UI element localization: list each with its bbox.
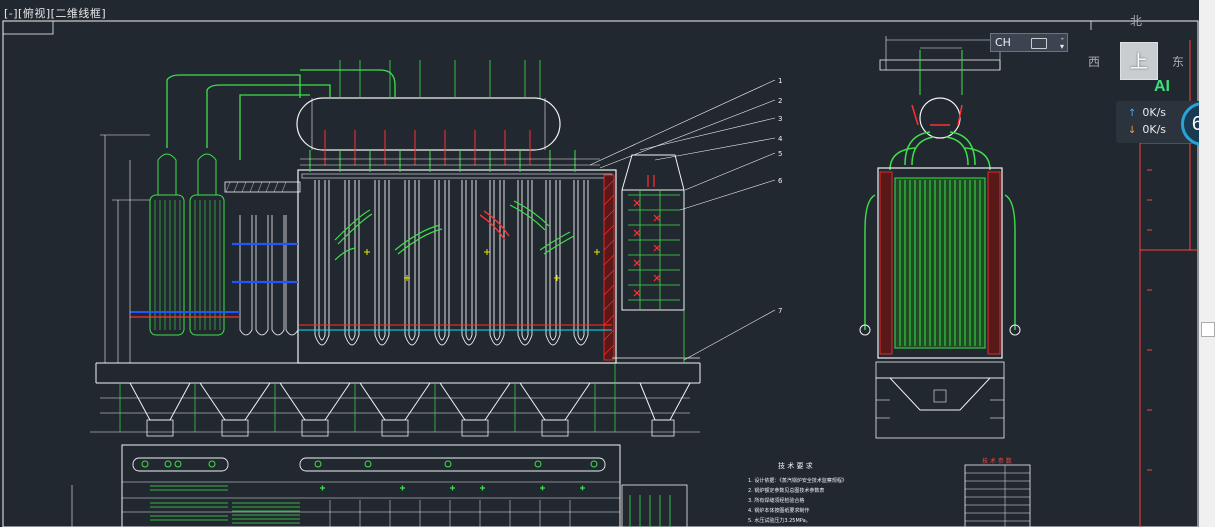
notes-line-3: 3. 所有焊缝须经检验合格 [748, 497, 804, 504]
upload-speed: ↑ 0K/s [1128, 106, 1166, 119]
vertical-scrollbar[interactable] [1199, 0, 1215, 527]
callout-5: 5 [778, 150, 782, 158]
download-arrow-icon: ↓ [1128, 125, 1137, 136]
viewcube-west-label[interactable]: 西 [1088, 53, 1100, 70]
notes-line-5: 5. 水压试验压力3.25MPa。 [748, 517, 811, 524]
notes-line-1: 1. 设计依据：《蒸汽锅炉安全技术监察规程》 [748, 477, 847, 484]
table-title: 技 术 参 数 [982, 457, 1012, 465]
cad-drawing[interactable]: 1 2 3 4 5 6 7 技 术 要 求 1. 设计依据：《蒸汽锅炉安全技术监… [0, 0, 1215, 527]
callout-2: 2 [778, 97, 782, 105]
notes-title: 技 术 要 求 [778, 461, 813, 470]
upload-speed-value: 0K/s [1142, 106, 1167, 119]
drawing-viewport[interactable]: 1 2 3 4 5 6 7 技 术 要 求 1. 设计依据：《蒸汽锅炉安全技术监… [0, 0, 1215, 527]
ime-toolbar[interactable]: CH - ▾ [990, 33, 1068, 52]
viewcube-north-label[interactable]: 北 [1130, 12, 1142, 29]
callout-6: 6 [778, 177, 783, 185]
outer-border [2, 20, 1199, 527]
viewport-label[interactable]: [-][俯视][二维线框] [4, 5, 106, 21]
ai-badge[interactable]: AI [1154, 78, 1170, 96]
ime-dropdown-icon[interactable]: ▾ [1060, 43, 1064, 51]
notes-line-2: 2. 锅炉额定参数见总图技术参数表 [748, 487, 824, 494]
callout-1: 1 [778, 77, 782, 85]
keyboard-icon[interactable] [1031, 38, 1047, 49]
callout-3: 3 [778, 115, 782, 123]
notes-line-4: 4. 锅炉本体按图纸要求制作 [748, 507, 809, 514]
download-speed-value: 0K/s [1142, 123, 1167, 136]
scrollbar-thumb[interactable] [1201, 322, 1215, 337]
callout-4: 4 [778, 135, 783, 143]
ime-language-label[interactable]: CH [995, 36, 1011, 49]
download-speed: ↓ 0K/s [1128, 123, 1166, 136]
viewcube-east-label[interactable]: 东 [1172, 53, 1184, 70]
viewcube-top-face[interactable]: 上 [1120, 42, 1158, 80]
upload-arrow-icon: ↑ [1128, 108, 1137, 119]
callout-7: 7 [778, 307, 782, 315]
